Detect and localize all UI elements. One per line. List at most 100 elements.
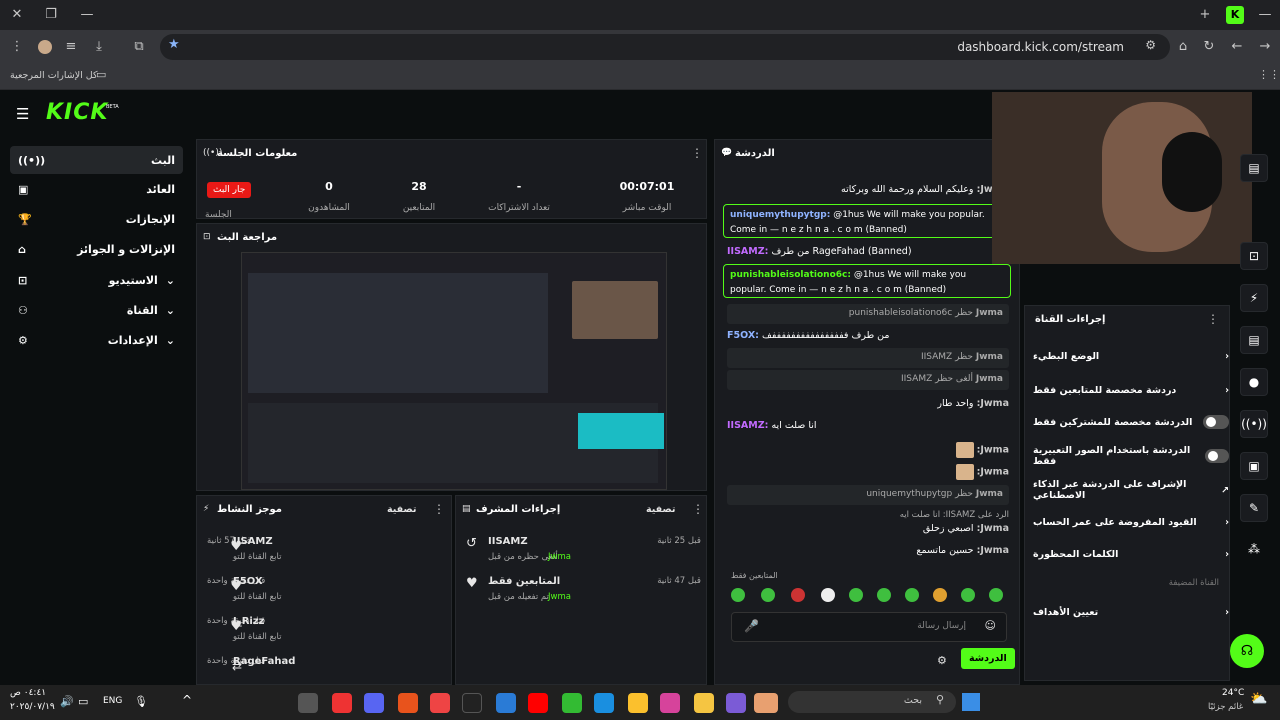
restore-window-icon[interactable]: ❐ [40,4,62,26]
rail-activity-icon[interactable]: ⚡ [1240,284,1268,312]
chat-message[interactable]: Jwma: وعليكم السلام ورحمة الله وبركاته [727,184,1009,195]
bookmark-star-icon[interactable]: ★ [168,37,180,52]
sidebar-item-settings[interactable]: ⚙ الإعدادات ⌄ [10,326,183,354]
weather-desc[interactable]: غائم جزئيًا [1208,702,1243,712]
taskbar-app-icon[interactable] [462,693,482,713]
chat-message[interactable]: F5OX: من طرف ففففففففففففففففف [727,330,1009,341]
emote-bar[interactable] [731,588,1011,606]
taskbar-app-icon[interactable] [660,693,680,713]
tray-expand-icon[interactable]: ^ [182,693,192,707]
reload-icon[interactable]: ↻ [1198,36,1220,58]
emote-icon[interactable] [731,588,745,602]
language-indicator[interactable]: ENG [103,696,122,706]
filter-button[interactable]: تصفية [387,504,416,515]
taskbar-app-icon[interactable] [398,693,418,713]
file-explorer-icon[interactable] [694,693,714,713]
emote-icon[interactable] [877,588,891,602]
more-options-icon[interactable]: ⋮ [1207,312,1219,326]
taskbar-app-icon[interactable] [726,693,746,713]
stream-preview-video[interactable] [241,252,667,490]
back-icon[interactable]: → [1254,36,1276,58]
emote-icon[interactable] [961,588,975,602]
rail-broadcast-icon[interactable]: ((•)) [1240,410,1268,438]
volume-icon[interactable]: 🔊 [60,695,74,708]
chat-message[interactable]: Jwma: واحد طار [727,398,1009,409]
taskbar-app-icon[interactable] [298,693,318,713]
channel-action-followers-only[interactable]: دردشة مخصصة للمتابعين فقط › [1033,376,1229,404]
more-options-icon[interactable]: ⋮ [691,146,703,160]
chat-message[interactable]: Jwma: [727,464,1009,480]
reading-list-icon[interactable]: ≡ [60,36,82,58]
sidebar-item-studio[interactable]: ⊡ الاستيديو ⌄ [10,266,183,294]
filter-button[interactable]: تصفية [646,504,675,515]
channel-action-ai-moderation[interactable]: الإشراف على الدردشة عبر الذكاء الاصطناعي… [1033,476,1229,504]
more-options-icon[interactable]: ⋮ [433,502,445,516]
taskbar-app-icon[interactable] [430,693,450,713]
microphone-icon[interactable]: 🎙 [134,695,148,708]
site-settings-icon[interactable]: ⚙ [1145,38,1156,52]
edge-icon[interactable] [594,693,614,713]
channel-action-emote-only[interactable]: الدردشة باستخدام الصور التعبيرية فقط [1033,442,1229,470]
send-chat-button[interactable]: الدردشة [961,648,1015,669]
download-icon[interactable]: ⤓ [88,36,110,58]
emote-icon[interactable] [989,588,1003,602]
rail-layout-icon[interactable]: ▣ [1240,452,1268,480]
chat-settings-icon[interactable]: ⚙ [937,654,947,667]
taskbar-app-icon[interactable] [332,693,352,713]
microphone-icon[interactable]: 🎤 [744,619,759,633]
rail-share-icon[interactable]: ⁂ [1240,536,1268,564]
emote-icon[interactable] [791,588,805,602]
discord-icon[interactable] [364,693,384,713]
rail-chat-icon[interactable]: ▤ [1240,154,1268,182]
sidebar-item-stream[interactable]: ((•)) البث [10,146,183,174]
chat-message[interactable]: IISAMZ: من طرف RageFahad (Banned) [727,246,1009,257]
taskbar-app-icon[interactable] [754,693,778,713]
sidebar-item-achievements[interactable]: 🏆 الإنجازات [10,205,183,233]
weather-temp[interactable]: 24°C [1222,688,1244,698]
minimize-window-icon[interactable]: — [76,4,98,26]
emote-icon[interactable] [849,588,863,602]
kick-tab-icon[interactable]: K [1226,6,1244,24]
sidebar-item-channel[interactable]: ⚇ القناة ⌄ [10,296,183,324]
chat-message[interactable]: Jwma: اصبعي زحلق [727,523,1009,534]
xbox-icon[interactable] [562,693,582,713]
channel-action-account-age[interactable]: القيود المفروضة على عمر الحساب › [1033,508,1229,536]
emote-icon[interactable] [761,588,775,602]
youtube-icon[interactable] [528,693,548,713]
chat-message[interactable]: Jwma: [727,442,1009,458]
chat-message[interactable]: IISAMZ: انا صلت ايه [727,420,1009,431]
minimize-tab-icon[interactable]: — [1254,4,1276,26]
kick-logo[interactable]: KICK [46,100,108,125]
chat-message-highlighted[interactable]: uniquemythupytgp: @1hus We will make you… [723,204,1011,238]
apps-grid-icon[interactable]: ⋮⋮ [1258,68,1280,81]
taskbar-app-icon[interactable] [496,693,516,713]
close-window-icon[interactable]: ✕ [6,4,28,26]
rail-messages-icon[interactable]: ● [1240,368,1268,396]
new-tab-icon[interactable]: + [1194,4,1216,26]
channel-action-host[interactable]: تعيين الأهداف › [1033,598,1229,626]
rail-notes-icon[interactable]: ▤ [1240,326,1268,354]
rail-preview-icon[interactable]: ⊡ [1240,242,1268,270]
network-icon[interactable]: ▭ [78,695,88,708]
chat-message-highlighted[interactable]: punishableisolationo6c: @1hus We will ma… [723,264,1011,298]
channel-action-slow-mode[interactable]: الوضع البطيء › [1033,342,1229,370]
hamburger-menu-icon[interactable]: ☰ [16,105,29,123]
chat-input[interactable]: 🎤 إرسال رسالة ☺ [731,612,1007,642]
sidebar-item-drops[interactable]: ⌂ الإنزالات و الجوائز [10,235,183,263]
more-options-icon[interactable]: ⋮ [692,502,704,516]
windows-start-icon[interactable] [962,693,980,711]
chat-message[interactable]: Jwma: حسين ماتسمع [727,545,1009,556]
taskbar-search[interactable]: بحث ⚲ [788,691,956,713]
forward-icon[interactable]: ← [1226,36,1248,58]
chrome-icon[interactable] [628,693,648,713]
emote-icon[interactable] [821,588,835,602]
clock-date[interactable]: ٢٠٢٥/٠٧/١٩ [10,702,55,712]
browser-menu-icon[interactable]: ⋮ [6,36,28,58]
channel-action-subscribers-only[interactable]: الدردشة مخصصة للمشتركين فقط [1033,408,1229,436]
rail-tools-icon[interactable]: ✎ [1240,494,1268,522]
emote-icon[interactable] [905,588,919,602]
clock-time[interactable]: ٠٤:٤١ ص [10,688,46,698]
extensions-icon[interactable]: ⧉ [128,36,150,58]
sidebar-item-revenue[interactable]: ▣ العائد [10,175,183,203]
all-bookmarks-label[interactable]: كل الإشارات المرجعية [10,70,98,81]
